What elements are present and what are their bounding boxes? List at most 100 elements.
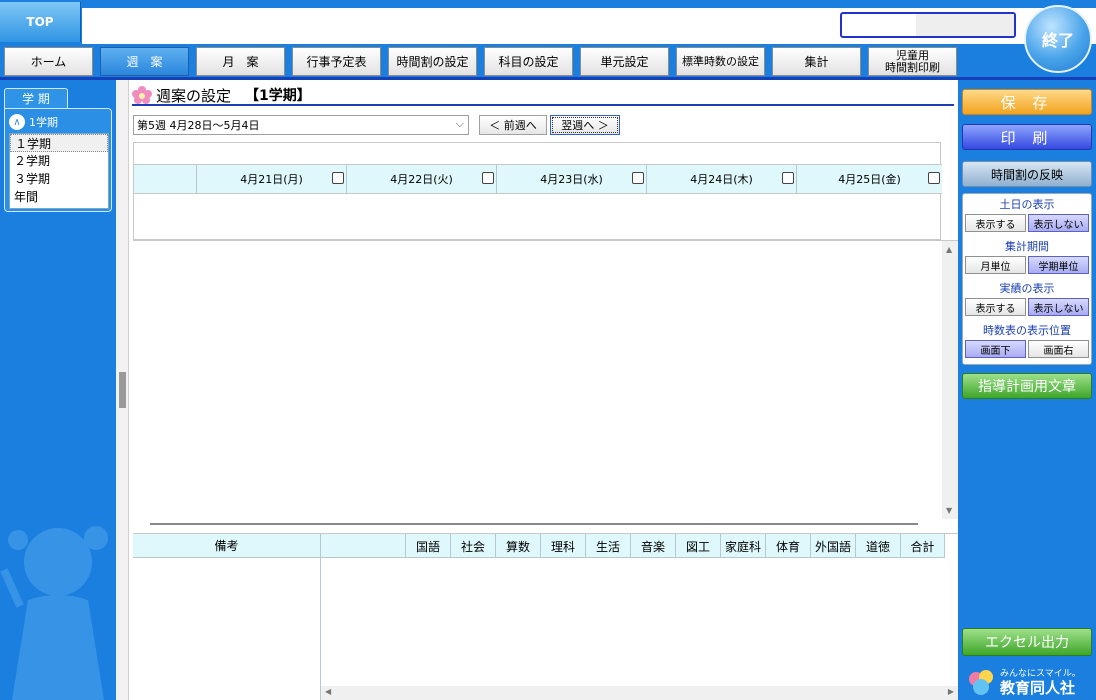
smile-logo-icon [969,670,993,695]
nav-timetable[interactable]: 時間割の設定 [388,47,477,76]
hours-position-right-button[interactable]: 画面右 [1028,340,1089,358]
subject-header: 家庭科 [720,534,765,558]
subject-header: 外国語 [810,534,855,558]
center-pane: 週案の設定 【1学期】 第5週 4月28日～5月4日 ⌵ ＜ 前週へ 翌週へ ＞… [116,80,958,700]
nav-summary[interactable]: 集計 [772,47,861,76]
nav-standard-hours[interactable]: 標準時数の設定 [676,47,765,76]
week-grid: 4月21日(月) 4月22日(火) 4月23日(水) 4月24日(木) 4月25… [133,142,942,240]
horizontal-scrollbar[interactable]: ◀ ▶ [321,686,958,700]
day-checkbox[interactable] [782,172,794,184]
apply-timetable-button[interactable]: 時間割の反映 [962,161,1092,187]
subject-header: 国語 [405,534,450,558]
week-select[interactable]: 第5週 4月28日～5月4日 ⌵ [133,115,469,135]
sidebar-splitter[interactable] [116,80,129,700]
day-checkbox[interactable] [632,172,644,184]
vertical-scrollbar[interactable]: ▲ ▼ [942,241,958,519]
notes-header: 備考 [133,534,321,558]
scroll-down-icon[interactable]: ▼ [946,506,952,515]
subject-header: 生活 [585,534,630,558]
period-label: 集計期間 [1005,240,1049,253]
chevron-down-icon: ⌵ [455,117,464,130]
subject-header: 音楽 [630,534,675,558]
term-panel: ∧ 1学期 １学期 ２学期 ３学期 年間 [4,108,112,212]
subject-header: 図工 [675,534,720,558]
term-item-3[interactable]: ３学期 [10,170,108,188]
day-checkbox[interactable] [332,172,344,184]
nav-student-timetable-print[interactable]: 児童用 時間割印刷 [868,47,957,76]
scroll-left-icon[interactable]: ◀ [325,687,331,696]
term-tab[interactable]: 学 期 [4,88,68,108]
mascot-illustration [0,526,108,700]
term-item-year[interactable]: 年間 [10,188,108,206]
splitter-grip[interactable] [119,372,126,408]
page-term-badge: 【1学期】 [245,88,311,104]
subject-header-row: 国語 社会 算数 理科 生活 音楽 図工 家庭科 体育 外国語 道徳 合計 [321,534,945,558]
action-panel: 保 存 印 刷 時間割の反映 土日の表示 表示する 表示しない 集計期間 月単位… [958,80,1096,700]
actual-show-button[interactable]: 表示する [965,298,1026,316]
scroll-up-icon[interactable]: ▲ [946,245,952,254]
day-header-wed: 4月23日(水) [496,165,646,193]
day-label: 4月24日(木) [690,173,753,186]
nav-events[interactable]: 行事予定表 [292,47,381,76]
week-grid-header: 4月21日(月) 4月22日(火) 4月23日(水) 4月24日(木) 4月25… [134,164,942,194]
hours-position-label: 時数表の表示位置 [983,324,1071,337]
prev-week-button[interactable]: ＜ 前週へ [479,115,547,135]
day-label: 4月21日(月) [240,173,303,186]
header-input[interactable] [840,12,1016,38]
nav-weekly-plan[interactable]: 週 案 [100,47,189,76]
weekend-show-button[interactable]: 表示する [965,214,1026,232]
chevron-up-icon: ∧ [9,114,25,130]
hours-table: 備考 国語 社会 算数 理科 生活 音楽 図工 家庭科 体育 外国語 道徳 合計… [133,533,958,700]
display-options: 土日の表示 表示する 表示しない 集計期間 月単位 学期単位 実績の表示 表示す… [962,193,1092,365]
save-button[interactable]: 保 存 [962,89,1092,115]
main-nav: ホーム 週 案 月 案 行事予定表 時間割の設定 科目の設定 単元設定 標準時数… [0,44,1096,78]
lesson-area[interactable]: ▲ ▼ [133,240,958,519]
day-header-mon: 4月21日(月) [196,165,346,193]
pane-splitter[interactable] [150,523,918,525]
subject-header: 道徳 [855,534,900,558]
day-label: 4月25日(金) [838,173,901,186]
nav-home[interactable]: ホーム [4,47,93,76]
flower-icon [132,86,152,104]
publisher-logo: みんなにスマイル。 教育同人社 [966,666,1092,698]
page-title-text: 週案の設定 [156,86,232,105]
logo-name: 教育同人社 [1000,679,1076,697]
day-header-tue: 4月22日(火) [346,165,496,193]
actual-hide-button[interactable]: 表示しない [1028,298,1089,316]
day-label: 4月23日(水) [540,173,603,186]
nav-units[interactable]: 単元設定 [580,47,669,76]
nav-monthly-plan[interactable]: 月 案 [196,47,285,76]
term-sidebar: 学 期 ∧ 1学期 １学期 ２学期 ３学期 年間 [0,80,116,700]
day-header-fri: 4月25日(金) [796,165,942,193]
period-term-button[interactable]: 学期単位 [1028,256,1089,274]
excel-export-button[interactable]: エクセル出力 [962,628,1092,656]
selected-term-label: 1学期 [29,116,58,129]
next-week-button[interactable]: 翌週へ ＞ [550,115,620,135]
period-month-button[interactable]: 月単位 [965,256,1026,274]
nav-subjects[interactable]: 科目の設定 [484,47,573,76]
subject-header: 体育 [765,534,810,558]
day-checkbox[interactable] [482,172,494,184]
subject-header: 合計 [900,534,945,558]
weekend-hide-button[interactable]: 表示しない [1028,214,1089,232]
scroll-right-icon[interactable]: ▶ [948,687,954,696]
subject-header: 社会 [450,534,495,558]
page-title: 週案の設定 【1学期】 [132,86,954,106]
notes-field[interactable] [133,558,321,700]
actual-label: 実績の表示 [999,282,1055,295]
hours-position-bottom-button[interactable]: 画面下 [965,340,1026,358]
exit-button[interactable]: 終了 [1024,5,1092,73]
term-collapse-toggle[interactable]: ∧ 1学期 [9,113,109,131]
subject-header: 理科 [540,534,585,558]
week-select-value: 第5週 4月28日～5月4日 [137,119,260,132]
top-button[interactable]: TOP [0,2,81,42]
top-bar: TOP [0,0,1096,44]
guidance-text-button[interactable]: 指導計画用文章 [962,373,1092,399]
term-item-1[interactable]: １学期 [10,134,108,152]
day-checkbox[interactable] [928,172,940,184]
day-label: 4月22日(火) [390,173,453,186]
print-button[interactable]: 印 刷 [962,124,1092,150]
day-header-thu: 4月24日(木) [646,165,796,193]
term-list: １学期 ２学期 ３学期 年間 [9,133,109,209]
term-item-2[interactable]: ２学期 [10,152,108,170]
